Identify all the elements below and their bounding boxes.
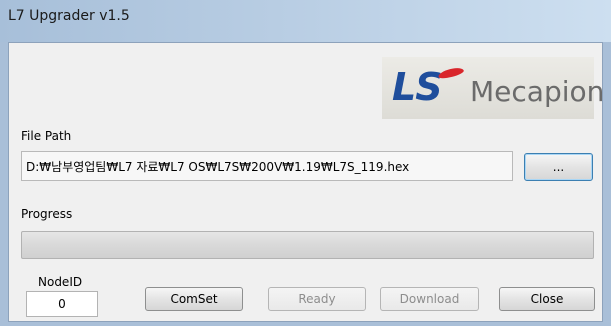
upgrader-window: L7 Upgrader v1.5 LS Mecapion File Path D… (0, 0, 611, 326)
close-button[interactable]: Close (499, 287, 595, 311)
logo-ls-text: LS (392, 65, 443, 109)
logo-mecapion-text: Mecapion (470, 75, 605, 108)
nodeid-input[interactable]: 0 (26, 291, 98, 317)
download-button[interactable]: Download (380, 287, 479, 311)
file-path-field[interactable]: D:₩남부영업팀₩L7 자료₩L7 OS₩L7S₩200V₩1.19₩L7S_1… (21, 151, 513, 181)
progress-label: Progress (21, 207, 73, 221)
window-title: L7 Upgrader v1.5 (8, 8, 130, 24)
progress-bar (21, 231, 594, 259)
browse-button[interactable]: ... (524, 153, 593, 181)
client-area: LS Mecapion File Path D:₩남부영업팀₩L7 자료₩L7 … (8, 42, 604, 322)
title-bar[interactable]: L7 Upgrader v1.5 (0, 0, 611, 42)
file-path-label: File Path (21, 129, 72, 143)
ls-mecapion-logo: LS Mecapion (382, 57, 604, 119)
nodeid-label: NodeID (38, 275, 83, 289)
ready-button[interactable]: Ready (268, 287, 366, 311)
comset-button[interactable]: ComSet (145, 287, 243, 311)
